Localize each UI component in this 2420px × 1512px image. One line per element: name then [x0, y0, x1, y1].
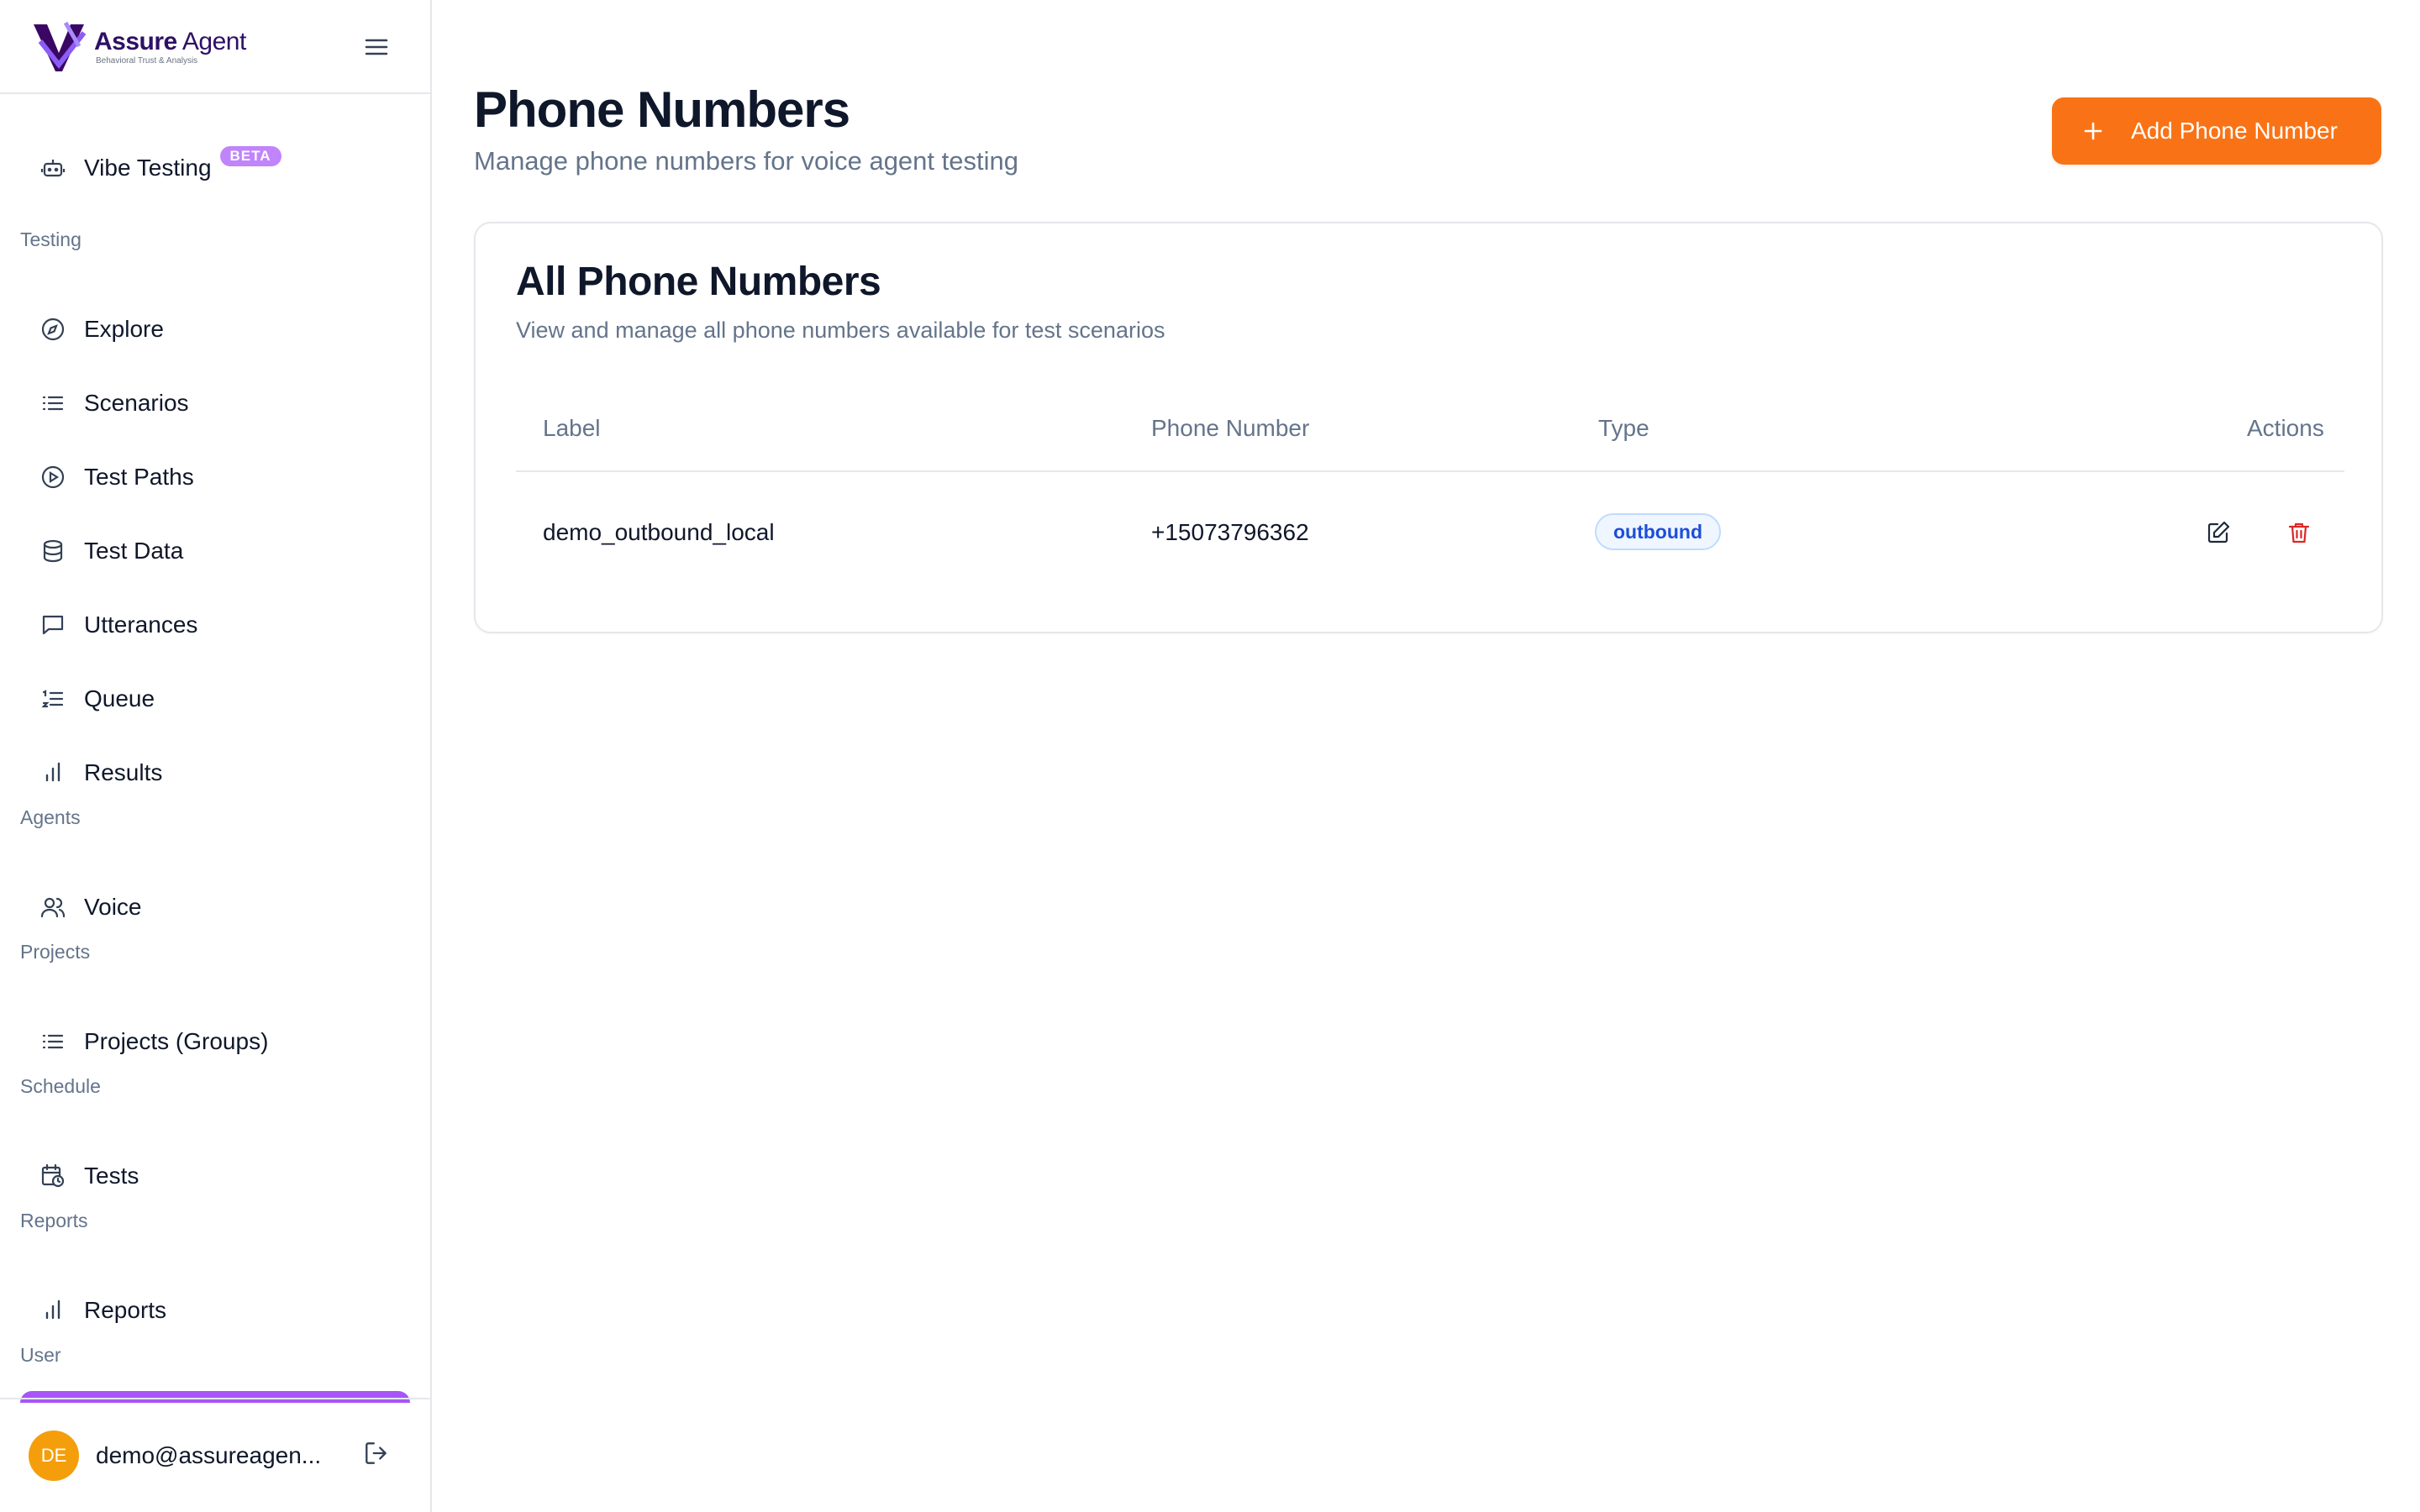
type-badge: outbound: [1595, 513, 1722, 550]
main-content: Phone Numbers Manage phone numbers for v…: [432, 0, 2420, 1512]
add-phone-number-button[interactable]: Add Phone Number: [2052, 97, 2381, 165]
list-ordered-icon: [39, 685, 67, 713]
list-icon: [39, 1027, 67, 1056]
section-label-testing: Testing: [20, 228, 82, 250]
sidebar-item-projects-groups[interactable]: Projects (Groups): [20, 1015, 410, 1068]
sidebar-item-utterances[interactable]: Utterances: [20, 598, 410, 652]
sidebar-item-test-paths[interactable]: Test Paths: [20, 450, 410, 504]
message-square-icon: [39, 611, 67, 639]
section-label-reports: Reports: [20, 1210, 88, 1231]
row-label: demo_outbound_local: [543, 519, 775, 545]
user-bar: DE demo@assureagen...: [0, 1398, 430, 1512]
edit-icon[interactable]: [2200, 514, 2237, 551]
sidebar-item-scenarios[interactable]: Scenarios: [20, 376, 410, 430]
user-email: demo@assureagen...: [96, 1442, 322, 1468]
sidebar-item-label: Results: [84, 759, 163, 785]
sidebar-item-label: Scenarios: [84, 390, 189, 416]
card-subtitle: View and manage all phone numbers availa…: [516, 318, 1165, 343]
column-header-phone-number[interactable]: Phone Number: [1151, 415, 1309, 442]
logo-text: Assure Agent Behavioral Trust & Analysis: [94, 28, 246, 66]
column-header-label[interactable]: Label: [543, 415, 601, 442]
sidebar-item-tests[interactable]: Tests: [20, 1149, 410, 1203]
robot-icon: [39, 154, 67, 182]
sidebar-item-results[interactable]: Results: [20, 746, 410, 800]
sidebar-item-vibe-testing[interactable]: Vibe Testing BETA: [20, 141, 410, 195]
sidebar-item-label: Test Data: [84, 538, 184, 564]
logo-mark: [34, 21, 87, 71]
bar-chart-icon: [39, 759, 67, 787]
row-phone-number: +15073796362: [1151, 519, 1309, 545]
sidebar-item-test-data[interactable]: Test Data: [20, 524, 410, 578]
sidebar-item-queue[interactable]: Queue: [20, 672, 410, 726]
sidebar-item-label: Vibe Testing: [84, 155, 212, 181]
sidebar-item-reports[interactable]: Reports: [20, 1284, 410, 1337]
column-header-actions: Actions: [2247, 415, 2324, 441]
phone-numbers-card: All Phone Numbers View and manage all ph…: [474, 222, 2383, 633]
brand-tagline: Behavioral Trust & Analysis: [96, 55, 198, 66]
database-icon: [39, 537, 67, 565]
trash-icon[interactable]: [2281, 514, 2317, 551]
sidebar-item-label: Explore: [84, 316, 164, 342]
log-out-icon[interactable]: [360, 1436, 393, 1470]
sidebar-item-explore[interactable]: Explore: [20, 302, 410, 356]
logo-bar: Assure Agent Behavioral Trust & Analysis: [0, 0, 430, 94]
brand-name: Assure Agent: [94, 27, 246, 55]
bar-chart-icon: [39, 1296, 67, 1325]
section-label-projects: Projects: [20, 941, 91, 963]
sidebar-item-label: Voice: [84, 894, 142, 920]
section-label-user: User: [20, 1344, 61, 1366]
card-title: All Phone Numbers: [516, 260, 881, 304]
beta-badge: BETA: [219, 146, 281, 166]
page-subtitle: Manage phone numbers for voice agent tes…: [474, 146, 1018, 176]
plus-icon: [2081, 118, 2106, 144]
page-title: Phone Numbers: [474, 81, 850, 138]
list-icon: [39, 389, 67, 417]
sidebar: Assure Agent Behavioral Trust & Analysis…: [0, 0, 432, 1512]
avatar[interactable]: DE: [29, 1431, 79, 1481]
sidebar-item-label: Queue: [84, 685, 155, 711]
play-circle-icon: [39, 463, 67, 491]
hamburger-icon[interactable]: [360, 30, 393, 64]
compass-icon: [39, 315, 67, 344]
sidebar-item-label: Reports: [84, 1297, 167, 1323]
add-button-label: Add Phone Number: [2131, 118, 2338, 144]
sidebar-item-voice[interactable]: Voice: [20, 880, 410, 934]
sidebar-item-label: Utterances: [84, 612, 198, 638]
sidebar-item-label: Test Paths: [84, 464, 194, 490]
section-label-schedule: Schedule: [20, 1075, 101, 1097]
sidebar-item-label: Projects (Groups): [84, 1028, 269, 1054]
users-icon: [39, 893, 67, 921]
calendar-clock-icon: [39, 1162, 67, 1190]
sidebar-item-label: Tests: [84, 1163, 139, 1189]
section-label-agents: Agents: [20, 806, 81, 828]
column-header-type[interactable]: Type: [1598, 415, 1649, 442]
table-header-divider: [516, 470, 2344, 472]
